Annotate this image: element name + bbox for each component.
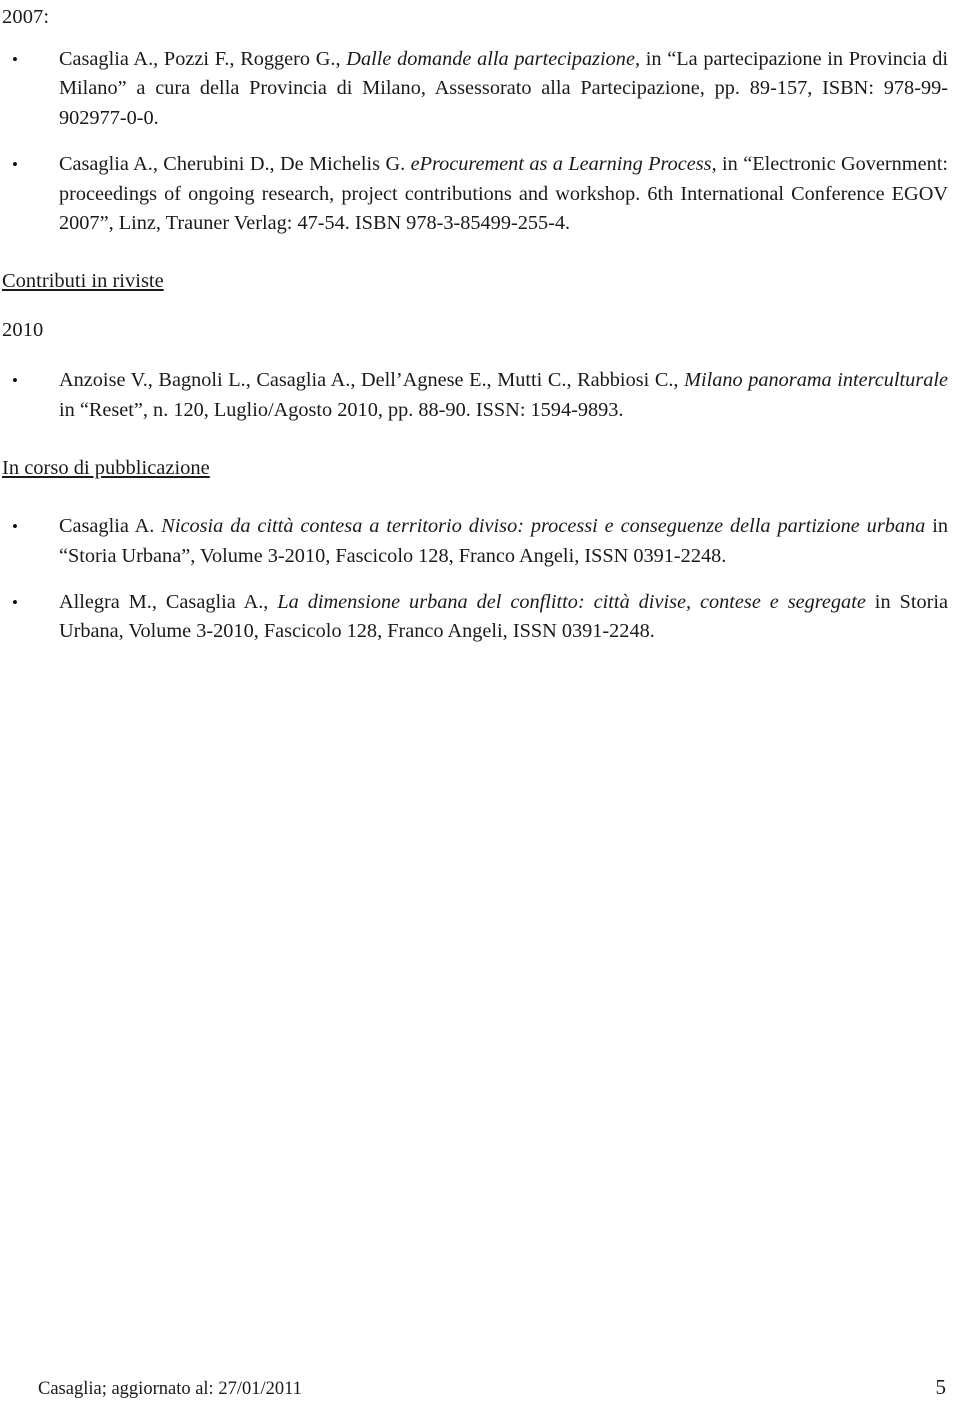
document-page: 2007: Casaglia A., Pozzi F., Roggero G.,… xyxy=(0,0,960,1417)
citation-text-part: Casaglia A., Cherubini D., De Michelis G… xyxy=(59,153,411,176)
page-number: 5 xyxy=(935,1375,947,1399)
citation-title-italic: Nicosia da città contesa a territorio di… xyxy=(161,515,926,538)
citation-text-part: Anzoise V., Bagnoli L., Casaglia A., Del… xyxy=(59,369,685,392)
list-item: Casaglia A., Cherubini D., De Michelis G… xyxy=(2,150,948,238)
heading-spacer xyxy=(2,482,948,512)
bibliography-list-in-corso: Casaglia A. Nicosia da città contesa a t… xyxy=(2,512,948,647)
list-item: Casaglia A., Pozzi F., Roggero G., Dalle… xyxy=(2,45,948,133)
bibliography-list-2007: Casaglia A., Pozzi F., Roggero G., Dalle… xyxy=(2,45,948,238)
section-heading-contributi-in-riviste: Contributi in riviste xyxy=(2,270,164,293)
section-heading-in-corso-di-pubblicazione: In corso di pubblicazione xyxy=(2,457,210,480)
citation-title-italic: La dimensione urbana del conflitto: citt… xyxy=(277,591,866,614)
citation-text-part: in “Reset”, n. 120, Luglio/Agosto 2010, … xyxy=(59,398,624,421)
citation-title-italic: Milano panorama interculturale xyxy=(684,369,948,392)
citation-text-part: Casaglia A. xyxy=(59,515,162,538)
section-heading-contributi-wrap: Contributi in riviste xyxy=(2,268,948,295)
citation-title-italic: eProcurement as a Learning Process xyxy=(410,153,712,176)
bibliography-list-riviste: Anzoise V., Bagnoli L., Casaglia A., Del… xyxy=(2,366,948,425)
citation-text-part: Casaglia A., Pozzi F., Roggero G., xyxy=(59,48,347,70)
citation-text-part: Allegra M., Casaglia A., xyxy=(59,591,278,614)
footer-author-updated: Casaglia; aggiornato al: 27/01/2011 xyxy=(38,1379,302,1399)
citation-title-italic: Dalle domande alla partecipazione xyxy=(346,48,635,70)
list-item: Anzoise V., Bagnoli L., Casaglia A., Del… xyxy=(2,366,948,425)
document-body: 2007: Casaglia A., Pozzi F., Roggero G.,… xyxy=(2,4,948,647)
subheading-spacer xyxy=(2,358,948,366)
section-heading-incorso-wrap: In corso di pubblicazione xyxy=(2,455,948,482)
list-item: Casaglia A. Nicosia da città contesa a t… xyxy=(2,512,948,571)
subheading-year-2010: 2010 xyxy=(2,319,44,342)
page-footer: Casaglia; aggiornato al: 27/01/2011 5 xyxy=(0,1369,960,1417)
year-heading: 2007: xyxy=(2,6,50,28)
list-item: Allegra M., Casaglia A., La dimensione u… xyxy=(2,588,948,647)
heading-spacer xyxy=(2,295,948,317)
